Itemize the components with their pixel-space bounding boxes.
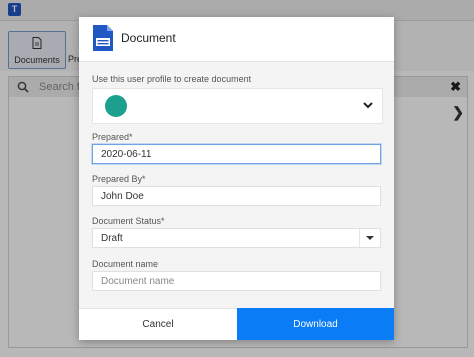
prepared-date-field[interactable] — [92, 144, 381, 164]
status-dropdown-toggle[interactable] — [359, 229, 380, 247]
chevron-down-icon — [363, 102, 373, 109]
prepared-by-label: Prepared By* — [92, 174, 146, 184]
dialog-title: Document — [121, 31, 176, 45]
dialog-footer: Cancel Download — [79, 308, 394, 340]
document-name-field[interactable] — [92, 271, 381, 291]
document-name-label: Document name — [92, 259, 159, 269]
status-value: Draft — [101, 233, 123, 244]
dialog-body: Use this user profile to create document… — [79, 62, 394, 308]
cancel-button[interactable]: Cancel — [79, 308, 237, 340]
status-select[interactable]: Draft — [92, 228, 381, 248]
avatar — [105, 95, 127, 117]
dialog-header: Document — [79, 17, 394, 62]
download-button[interactable]: Download — [237, 308, 394, 340]
document-icon — [93, 25, 113, 51]
prepared-label: Prepared* — [92, 132, 133, 142]
status-label: Document Status* — [92, 216, 165, 226]
profile-label: Use this user profile to create document — [92, 74, 252, 84]
document-dialog: Document Use this user profile to create… — [79, 17, 394, 340]
prepared-by-field[interactable] — [92, 186, 381, 206]
profile-select[interactable] — [92, 88, 383, 124]
caret-down-icon — [366, 236, 374, 240]
